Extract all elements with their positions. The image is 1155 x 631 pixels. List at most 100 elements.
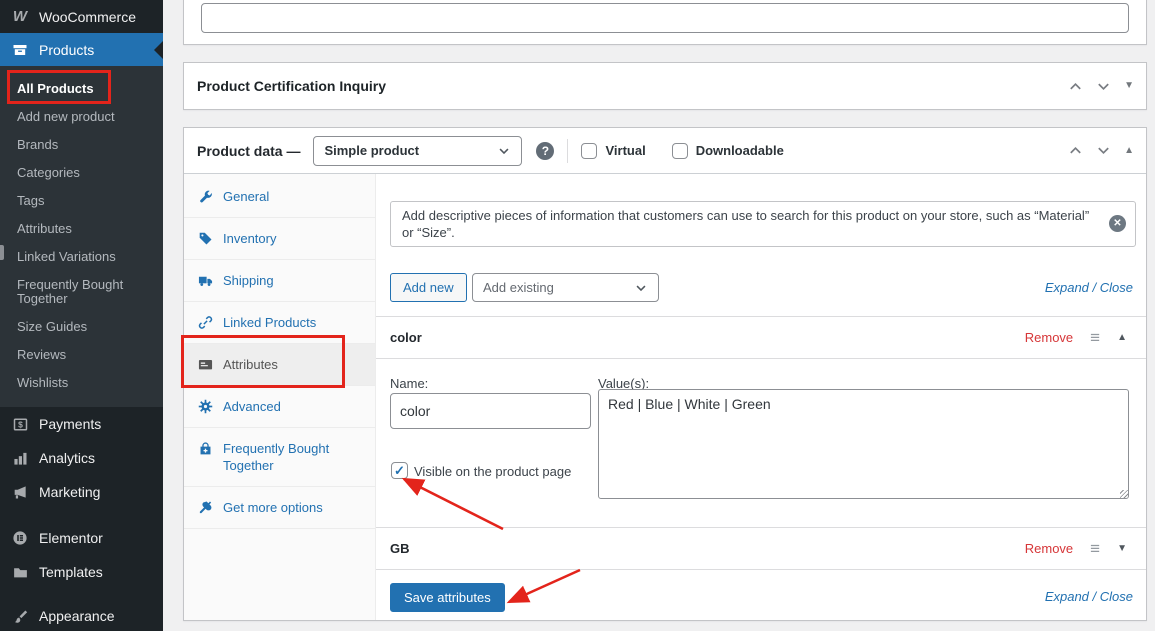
links-separator: / — [1089, 280, 1100, 295]
drag-handle-icon[interactable]: ≡ — [1090, 540, 1100, 557]
wrench-icon — [198, 189, 214, 204]
truck-icon — [198, 273, 214, 288]
notice-text: Add descriptive pieces of information th… — [402, 208, 1089, 240]
link-icon — [198, 315, 214, 330]
submenu-add-new-product[interactable]: Add new product — [0, 103, 163, 131]
brush-icon — [10, 609, 30, 624]
sidebar-item-label: Analytics — [39, 450, 95, 466]
tab-label: General — [223, 188, 269, 205]
collapse-attribute-icon[interactable]: ▲ — [1117, 333, 1127, 343]
move-down-icon[interactable] — [1096, 143, 1111, 158]
product-type-select[interactable]: Simple product — [313, 136, 522, 166]
tab-label: Linked Products — [223, 314, 316, 331]
tag-icon — [198, 231, 214, 246]
submenu-linked-variations[interactable]: Linked Variations — [0, 243, 163, 271]
submenu-categories[interactable]: Categories — [0, 159, 163, 187]
tab-label: Inventory — [223, 230, 276, 247]
tab-frequently-bought-together[interactable]: Frequently Bought Together — [184, 428, 375, 487]
sidebar-item-marketing[interactable]: Marketing — [0, 475, 163, 509]
sidebar-item-analytics[interactable]: Analytics — [0, 441, 163, 475]
tab-general[interactable]: General — [184, 176, 375, 218]
submenu-wishlists[interactable]: Wishlists — [0, 369, 163, 397]
product-data-panel: Product data — Simple product ? Virtual … — [183, 127, 1147, 621]
product-data-header: Product data — Simple product ? Virtual … — [184, 128, 1146, 174]
toggle-panel-icon[interactable]: ▼ — [1124, 81, 1134, 91]
panel-title: Product Certification Inquiry — [197, 78, 386, 94]
sidebar-item-label: Appearance — [39, 608, 115, 624]
expand-link[interactable]: Expand — [1045, 280, 1089, 295]
woocommerce-admin-screen: W WooCommerce Products All Products Add … — [0, 0, 1155, 631]
move-up-icon[interactable] — [1068, 143, 1083, 158]
attribute-row-color: color Remove ≡ ▲ — [376, 316, 1146, 359]
tab-label: Frequently Bought Together — [223, 440, 365, 474]
sidebar-item-label: Marketing — [39, 484, 100, 500]
sidebar-item-appearance[interactable]: Appearance — [0, 599, 163, 631]
toggle-panel-icon[interactable]: ▲ — [1124, 146, 1134, 156]
expand-attribute-icon[interactable]: ▼ — [1117, 544, 1127, 554]
save-attributes-button[interactable]: Save attributes — [390, 583, 505, 612]
remove-attribute-link[interactable]: Remove — [1025, 330, 1073, 345]
move-up-icon[interactable] — [1068, 79, 1083, 94]
sidebar-item-elementor[interactable]: Elementor — [0, 521, 163, 555]
attribute-name-input[interactable] — [390, 393, 591, 429]
name-field-label: Name: — [390, 376, 428, 391]
close-link[interactable]: Close — [1100, 589, 1133, 604]
attribute-name: color — [390, 330, 422, 345]
tab-label: Shipping — [223, 272, 274, 289]
product-type-value: Simple product — [324, 143, 419, 158]
visible-on-product-page-checkbox[interactable]: ✓ — [391, 462, 408, 479]
sidebar-item-woocommerce[interactable]: W WooCommerce — [0, 0, 163, 33]
virtual-label: Virtual — [605, 143, 645, 158]
product-data-heading: Product data — — [197, 143, 300, 159]
chevron-down-icon — [497, 144, 511, 158]
svg-text:$: $ — [18, 419, 23, 429]
visible-on-product-page-label: Visible on the product page — [414, 464, 571, 479]
admin-sidebar: W WooCommerce Products All Products Add … — [0, 0, 163, 631]
certification-inquiry-panel: Product Certification Inquiry ▼ — [183, 62, 1147, 110]
submenu-reviews[interactable]: Reviews — [0, 341, 163, 369]
submenu-brands[interactable]: Brands — [0, 131, 163, 159]
move-down-icon[interactable] — [1096, 79, 1111, 94]
tab-label: Get more options — [223, 499, 323, 516]
attribute-values-textarea[interactable]: Red | Blue | White | Green — [598, 389, 1129, 499]
add-existing-select[interactable]: Add existing — [472, 273, 659, 302]
attribute-row-gb: GB Remove ≡ ▼ — [376, 527, 1146, 570]
megaphone-icon — [10, 485, 30, 500]
tab-linked-products[interactable]: Linked Products — [184, 302, 375, 344]
links-separator: / — [1089, 589, 1100, 604]
tab-attributes[interactable]: Attributes — [184, 344, 375, 386]
expand-link[interactable]: Expand — [1045, 589, 1089, 604]
add-new-button[interactable]: Add new — [390, 273, 467, 302]
downloadable-checkbox[interactable] — [672, 143, 688, 159]
tab-shipping[interactable]: Shipping — [184, 260, 375, 302]
dismiss-notice-icon[interactable]: ✕ — [1109, 215, 1126, 232]
virtual-checkbox[interactable] — [581, 143, 597, 159]
sidebar-item-payments[interactable]: $ Payments — [0, 407, 163, 441]
plug-icon — [198, 500, 214, 515]
submenu-frequently-bought-together[interactable]: Frequently Bought Together — [0, 271, 163, 313]
tab-inventory[interactable]: Inventory — [184, 218, 375, 260]
divider — [567, 139, 568, 163]
tab-get-more-options[interactable]: Get more options — [184, 487, 375, 529]
drag-handle-icon[interactable]: ≡ — [1090, 329, 1100, 346]
sidebar-item-label: Elementor — [39, 530, 103, 546]
submenu-attributes[interactable]: Attributes — [0, 215, 163, 243]
help-icon[interactable]: ? — [536, 142, 554, 160]
close-link[interactable]: Close — [1100, 280, 1133, 295]
sidebar-item-label: WooCommerce — [39, 9, 136, 25]
submenu-tags[interactable]: Tags — [0, 187, 163, 215]
submenu-all-products[interactable]: All Products — [0, 75, 163, 103]
expand-close-links: Expand / Close — [1045, 280, 1133, 295]
remove-attribute-link[interactable]: Remove — [1025, 541, 1073, 556]
product-title-input[interactable] — [201, 3, 1129, 33]
submenu-size-guides[interactable]: Size Guides — [0, 313, 163, 341]
chevron-down-icon — [634, 281, 648, 295]
bag-plus-icon — [198, 441, 214, 456]
sidebar-item-products[interactable]: Products — [0, 33, 163, 66]
add-existing-value: Add existing — [483, 280, 554, 295]
folder-icon — [10, 565, 30, 580]
elementor-icon — [10, 530, 30, 546]
sidebar-item-templates[interactable]: Templates — [0, 555, 163, 589]
sidebar-scroll-notch — [0, 245, 4, 260]
tab-advanced[interactable]: Advanced — [184, 386, 375, 428]
